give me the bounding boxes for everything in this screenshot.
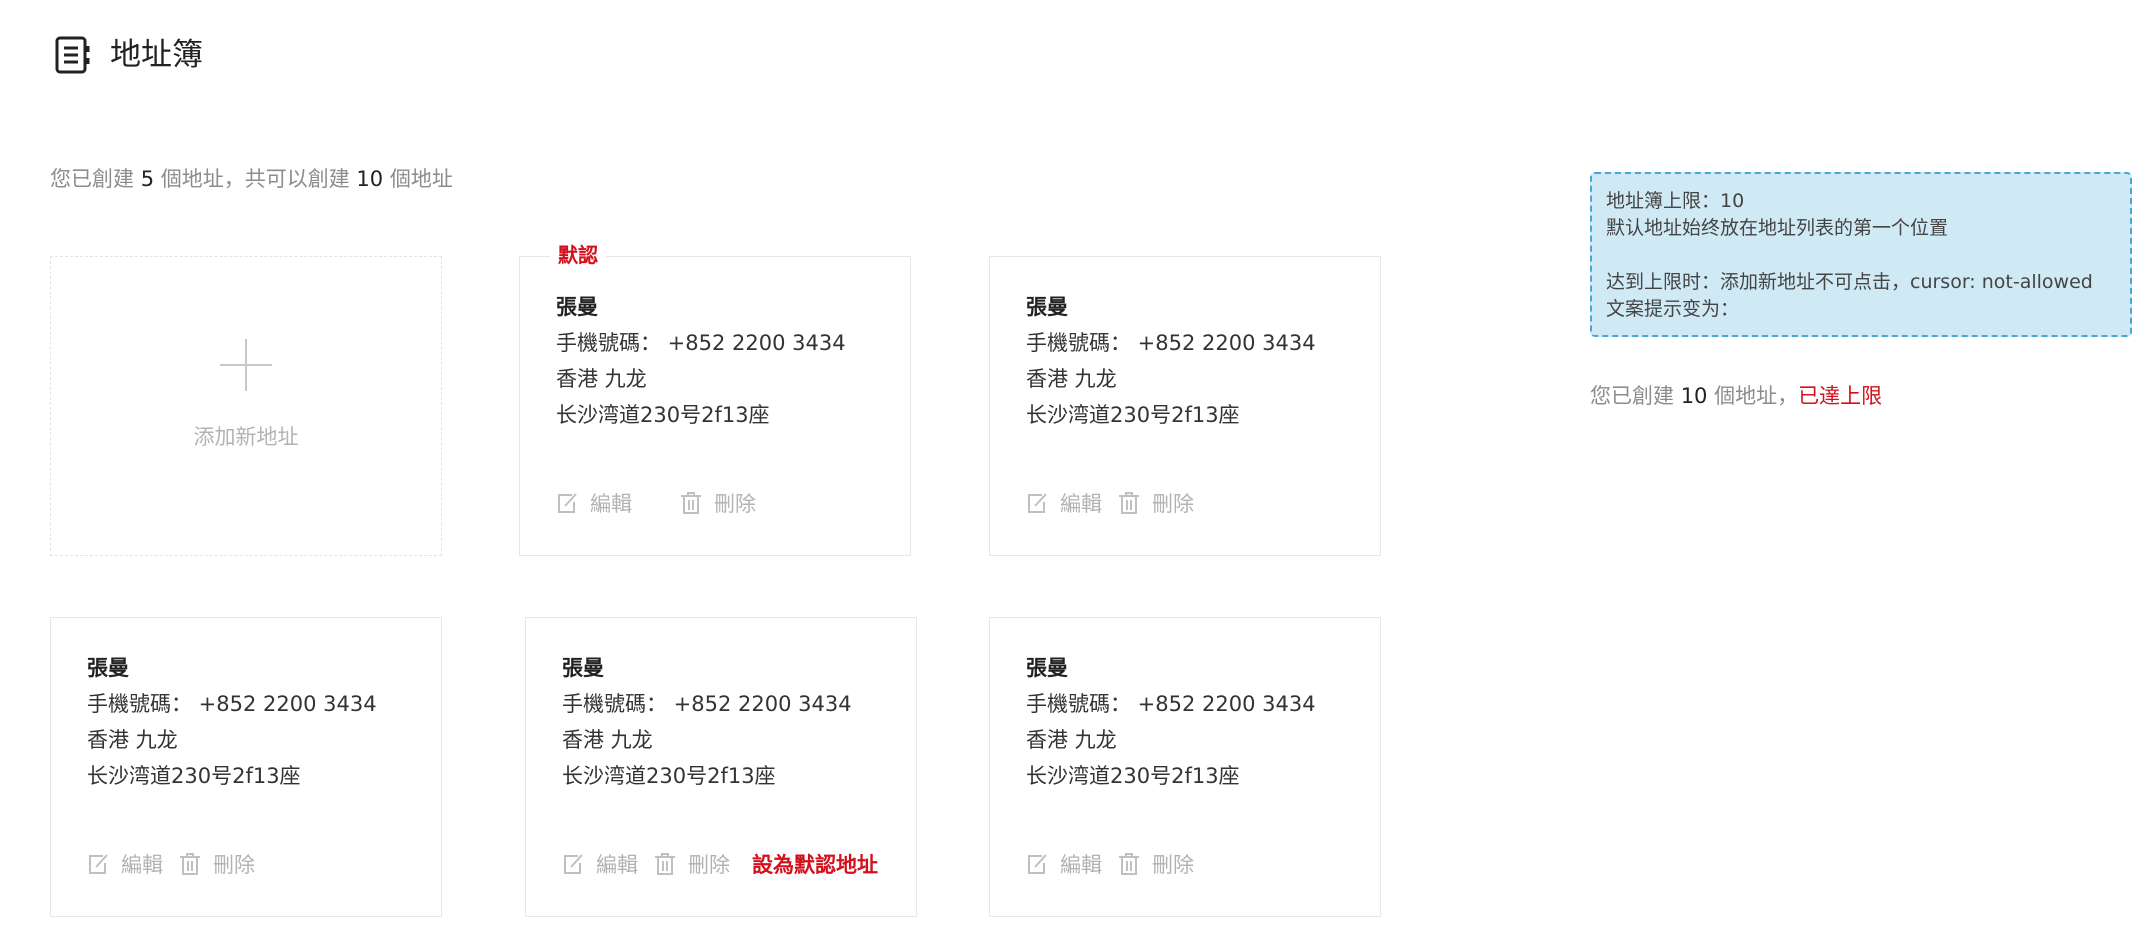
address-region: 香港 九龙 (1026, 367, 1117, 391)
delete-label: 刪除 (213, 853, 255, 877)
card-actions: 編輯 刪除 (1026, 850, 1194, 878)
trash-icon (1119, 492, 1139, 514)
delete-label: 刪除 (1152, 492, 1194, 516)
address-book-icon (55, 36, 90, 74)
page-title: 地址簿 (110, 37, 203, 73)
delete-button[interactable]: 刪除 (1118, 849, 1194, 879)
address-card: 默認 張曼 手機號碼： +852 2200 3434 香港 九龙 长沙湾道230… (519, 240, 911, 556)
phone-number: 手機號碼： +852 2200 3434 (1026, 692, 1316, 716)
add-address-card[interactable]: 添加新地址 (50, 256, 442, 556)
delete-label: 刪除 (1152, 853, 1194, 877)
address-count-summary: 您已創建 5 個地址，共可以創建 10 個地址 (50, 167, 453, 191)
phone-number: 手機號碼： +852 2200 3434 (1026, 331, 1316, 355)
edit-button[interactable]: 編輯 (1026, 488, 1102, 518)
note-line: 默认地址始终放在地址列表的第一个位置 (1606, 217, 1949, 239)
limit-count: 10 (356, 167, 384, 191)
default-badge: 默認 (550, 240, 606, 270)
delete-button[interactable]: 刪除 (179, 849, 255, 879)
edit-button[interactable]: 編輯 (556, 488, 632, 518)
address-street: 长沙湾道230号2f13座 (556, 403, 770, 427)
recipient-name: 張曼 (562, 656, 604, 680)
edit-button[interactable]: 編輯 (562, 849, 638, 879)
recipient-name: 張曼 (87, 656, 129, 680)
phone-number: 手機號碼： +852 2200 3434 (556, 331, 846, 355)
address-region: 香港 九龙 (562, 728, 653, 752)
trash-icon (655, 853, 675, 875)
trash-icon (681, 492, 701, 514)
address-card: 張曼 手機號碼： +852 2200 3434 香港 九龙 长沙湾道230号2f… (989, 256, 1381, 556)
note-line: 地址簿上限：10 (1606, 190, 1745, 212)
created-count: 5 (140, 167, 155, 191)
edit-icon (1028, 854, 1047, 874)
recipient-name: 張曼 (1026, 295, 1068, 319)
edit-icon (564, 854, 583, 874)
trash-icon (180, 853, 200, 875)
card-actions: 編輯 刪除 (87, 850, 255, 878)
address-card: 張曼 手機號碼： +852 2200 3434 香港 九龙 长沙湾道230号2f… (525, 617, 917, 917)
edit-label: 編輯 (121, 853, 163, 877)
address-street: 长沙湾道230号2f13座 (562, 764, 776, 788)
address-region: 香港 九龙 (556, 367, 647, 391)
delete-label: 刪除 (688, 853, 730, 877)
address-region: 香港 九龙 (87, 728, 178, 752)
address-region: 香港 九龙 (1026, 728, 1117, 752)
edit-icon (558, 493, 577, 513)
edit-icon (1028, 493, 1047, 513)
recipient-name: 張曼 (1026, 656, 1068, 680)
add-address-label: 添加新地址 (193, 425, 299, 449)
limit-reached-text: 已達上限 (1798, 384, 1883, 408)
edit-label: 編輯 (596, 853, 638, 877)
phone-number: 手機號碼： +852 2200 3434 (87, 692, 377, 716)
edit-label: 編輯 (590, 492, 632, 516)
limit-reached-message: 您已創建 10 個地址，已達上限 (1590, 384, 1883, 408)
card-actions: 編輯 刪除 (1026, 489, 1194, 517)
delete-button[interactable]: 刪除 (654, 849, 730, 879)
plus-icon (220, 339, 272, 391)
delete-button[interactable]: 刪除 (680, 488, 756, 518)
phone-number: 手機號碼： +852 2200 3434 (562, 692, 852, 716)
note-line: 文案提示变为： (1606, 298, 1740, 320)
edit-icon (89, 854, 108, 874)
address-card: 張曼 手機號碼： +852 2200 3434 香港 九龙 长沙湾道230号2f… (989, 617, 1381, 917)
address-street: 长沙湾道230号2f13座 (1026, 764, 1240, 788)
edit-button[interactable]: 編輯 (87, 849, 163, 879)
design-note: 地址簿上限：10 默认地址始终放在地址列表的第一个位置 达到上限时：添加新地址不… (1590, 172, 2132, 337)
edit-button[interactable]: 編輯 (1026, 849, 1102, 879)
limit-created-count: 10 (1680, 384, 1708, 408)
card-actions: 編輯 刪除 設為默認地址 (562, 850, 878, 878)
set-default-button[interactable]: 設為默認地址 (752, 849, 878, 879)
delete-label: 刪除 (714, 492, 756, 516)
address-card: 張曼 手機號碼： +852 2200 3434 香港 九龙 长沙湾道230号2f… (50, 617, 442, 917)
edit-label: 編輯 (1060, 492, 1102, 516)
trash-icon (1119, 853, 1139, 875)
card-actions: 編輯 刪除 (556, 489, 756, 517)
edit-label: 編輯 (1060, 853, 1102, 877)
address-street: 长沙湾道230号2f13座 (87, 764, 301, 788)
address-street: 长沙湾道230号2f13座 (1026, 403, 1240, 427)
note-line: 达到上限时：添加新地址不可点击，cursor: not-allowed (1606, 271, 2093, 293)
delete-button[interactable]: 刪除 (1118, 488, 1194, 518)
recipient-name: 張曼 (556, 295, 598, 319)
